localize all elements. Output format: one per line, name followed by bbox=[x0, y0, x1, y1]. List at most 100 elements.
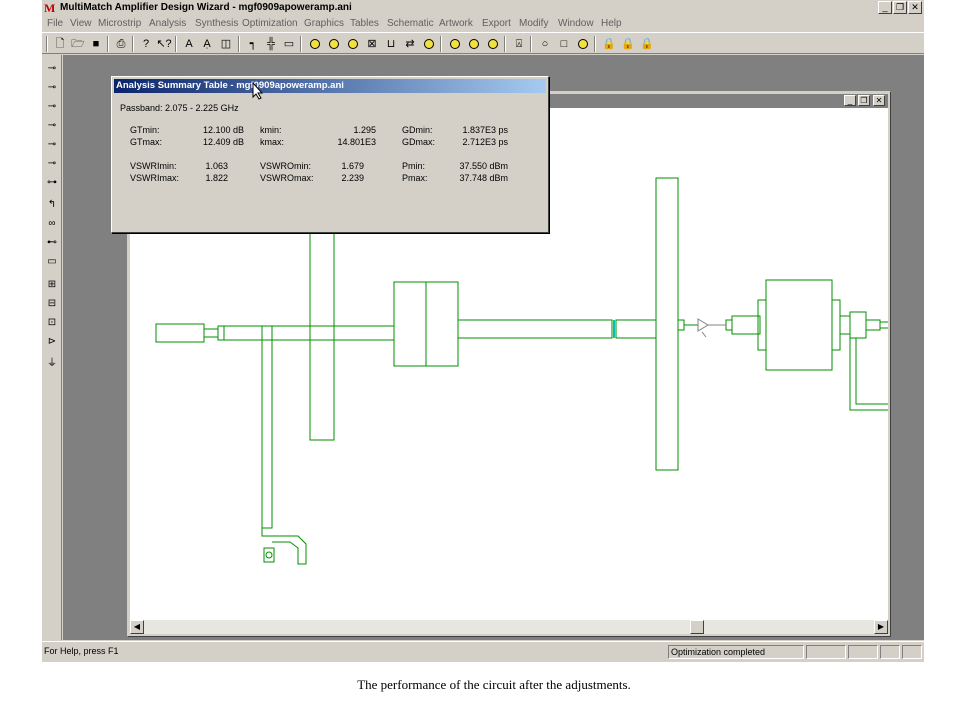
circle-dot-icon[interactable] bbox=[485, 36, 501, 52]
menu-microstrip[interactable]: Microstrip bbox=[98, 18, 141, 29]
scroll-left-icon[interactable]: ◀ bbox=[130, 620, 144, 634]
element-lambda-icon[interactable]: ⍓ bbox=[511, 36, 527, 52]
menu-export[interactable]: Export bbox=[482, 18, 511, 29]
input-gap bbox=[217, 325, 225, 341]
pmin-value: 37.550 dBm bbox=[459, 161, 508, 171]
lock3-icon[interactable]: 🔒 bbox=[639, 36, 655, 52]
stub-series-icon[interactable]: ⊸ bbox=[44, 156, 60, 172]
menu-synthesis[interactable]: Synthesis bbox=[195, 18, 238, 29]
child-minimize-button[interactable]: _ bbox=[844, 95, 856, 106]
box-x-icon[interactable]: ⊠ bbox=[364, 36, 380, 52]
title-bar: M MultiMatch Amplifier Design Wizard - m… bbox=[42, 0, 924, 16]
restore-button[interactable]: ❐ bbox=[893, 1, 907, 14]
dialog-titlebar[interactable]: Analysis Summary Table - mgf0909apoweram… bbox=[114, 79, 546, 93]
circle-y-icon[interactable] bbox=[447, 36, 463, 52]
circle-plain2-icon[interactable] bbox=[575, 36, 591, 52]
context-help-icon[interactable]: ↖? bbox=[156, 36, 172, 52]
port-icon[interactable]: ⊡ bbox=[44, 315, 60, 331]
menu-optimization[interactable]: Optimization bbox=[242, 18, 298, 29]
lock-icon[interactable]: 🔒 bbox=[601, 36, 617, 52]
kmin-label: kmin: bbox=[260, 125, 282, 135]
toolbar-separator bbox=[594, 36, 596, 52]
toolbar-separator bbox=[238, 36, 240, 52]
menu-tables[interactable]: Tables bbox=[350, 18, 379, 29]
chart-icon[interactable] bbox=[421, 36, 437, 52]
stub-radial-icon[interactable]: ⊸ bbox=[44, 137, 60, 153]
stub-short-icon[interactable]: ⊸ bbox=[44, 99, 60, 115]
vswrimin-label: VSWRImin: bbox=[130, 161, 177, 171]
element-d-icon[interactable]: ◫ bbox=[218, 36, 234, 52]
toolbar-separator bbox=[175, 36, 177, 52]
toolbar-separator bbox=[132, 36, 134, 52]
bias-line bbox=[261, 325, 273, 529]
help-icon[interactable]: ? bbox=[138, 36, 154, 52]
kmax-label: kmax: bbox=[260, 137, 285, 147]
circle-plain-icon[interactable]: ○ bbox=[537, 36, 553, 52]
scroll-thumb[interactable] bbox=[690, 620, 704, 634]
swap-icon[interactable]: ⇄ bbox=[402, 36, 418, 52]
element-cross-icon[interactable]: ╬ bbox=[263, 36, 279, 52]
circle-f-icon[interactable] bbox=[326, 36, 342, 52]
gtmax-value: 12.409 dB bbox=[202, 137, 244, 147]
menu-graphics[interactable]: Graphics bbox=[304, 18, 344, 29]
circle-target-icon[interactable] bbox=[345, 36, 361, 52]
toolbar-separator bbox=[504, 36, 506, 52]
ground-icon[interactable]: ⏚ bbox=[44, 356, 60, 372]
device-icon[interactable]: ⊳ bbox=[44, 334, 60, 350]
element-box-icon[interactable]: ▭ bbox=[281, 36, 297, 52]
element-a-icon[interactable]: A bbox=[181, 36, 197, 52]
print-icon[interactable]: ⎙ bbox=[113, 36, 129, 52]
menu-file[interactable]: File bbox=[47, 18, 63, 29]
element-a2-icon[interactable]: Ạ bbox=[199, 36, 215, 52]
menu-analysis[interactable]: Analysis bbox=[149, 18, 186, 29]
square-plain-icon[interactable]: □ bbox=[556, 36, 572, 52]
main-line-2 bbox=[457, 319, 613, 339]
child-close-button[interactable]: ✕ bbox=[873, 95, 885, 106]
input-pad bbox=[155, 323, 205, 343]
coupled-line-icon[interactable]: ⊶ bbox=[44, 175, 60, 191]
pmin-label: Pmin: bbox=[402, 161, 426, 171]
status-panel-2 bbox=[848, 645, 878, 659]
circle-o-icon[interactable] bbox=[307, 36, 323, 52]
gap-icon[interactable]: ∞ bbox=[44, 216, 60, 232]
close-button[interactable]: ✕ bbox=[908, 1, 922, 14]
mdi-client: _ ❐ ✕ ◀ ▶ Analysis Summary Table - mgf09… bbox=[63, 55, 924, 640]
output-line-1 bbox=[731, 315, 761, 335]
status-panel-main: Optimization completed bbox=[668, 645, 804, 659]
vswromax-value: 2.239 bbox=[341, 173, 364, 183]
child-restore-button[interactable]: ❐ bbox=[858, 95, 870, 106]
gdmin-label: GDmin: bbox=[402, 125, 433, 135]
stub-double-icon[interactable]: ⊸ bbox=[44, 118, 60, 134]
menu-modify[interactable]: Modify bbox=[519, 18, 548, 29]
status-help-text: For Help, press F1 bbox=[44, 646, 119, 656]
scroll-right-icon[interactable]: ▶ bbox=[874, 620, 888, 634]
stub-open-icon[interactable]: ⊸ bbox=[44, 80, 60, 96]
kmin-value: 1.295 bbox=[353, 125, 376, 135]
lock2-icon[interactable]: 🔒 bbox=[620, 36, 636, 52]
stub-shunt-icon[interactable]: ⊸ bbox=[44, 61, 60, 77]
kmax-value: 14.801E3 bbox=[337, 137, 376, 147]
toolbar: 🗋 🗁 ■ ⎙ ? ↖? A Ạ ◫ ┑ ╬ ▭ ⊠ ⊔ ⇄ ⍓ ○ □ 🔒 🔒… bbox=[42, 32, 924, 54]
menu-window[interactable]: Window bbox=[558, 18, 594, 29]
output-pad bbox=[849, 311, 867, 339]
menu-artwork[interactable]: Artwork bbox=[439, 18, 473, 29]
menu-view[interactable]: View bbox=[70, 18, 92, 29]
minimize-button[interactable]: _ bbox=[878, 1, 892, 14]
mouse-cursor-icon bbox=[252, 82, 264, 100]
bend-icon[interactable]: ↰ bbox=[44, 197, 60, 213]
save-icon[interactable]: ■ bbox=[88, 36, 104, 52]
gtmax-label: GTmax: bbox=[130, 137, 163, 147]
element-bracket-icon[interactable]: ⊔ bbox=[383, 36, 399, 52]
menu-schematic[interactable]: Schematic bbox=[387, 18, 434, 29]
element-tee-icon[interactable]: ┑ bbox=[245, 36, 261, 52]
horizontal-scrollbar[interactable]: ◀ ▶ bbox=[130, 620, 888, 634]
open-folder-icon[interactable]: 🗁 bbox=[70, 36, 86, 52]
main-line-1 bbox=[223, 325, 395, 341]
menu-help[interactable]: Help bbox=[601, 18, 622, 29]
add-element-icon[interactable]: ⊞ bbox=[44, 277, 60, 293]
rect-icon[interactable]: ▭ bbox=[44, 254, 60, 270]
line-icon[interactable]: ⊷ bbox=[44, 235, 60, 251]
circle-g-icon[interactable] bbox=[466, 36, 482, 52]
remove-element-icon[interactable]: ⊟ bbox=[44, 296, 60, 312]
new-file-icon[interactable]: 🗋 bbox=[52, 36, 68, 52]
